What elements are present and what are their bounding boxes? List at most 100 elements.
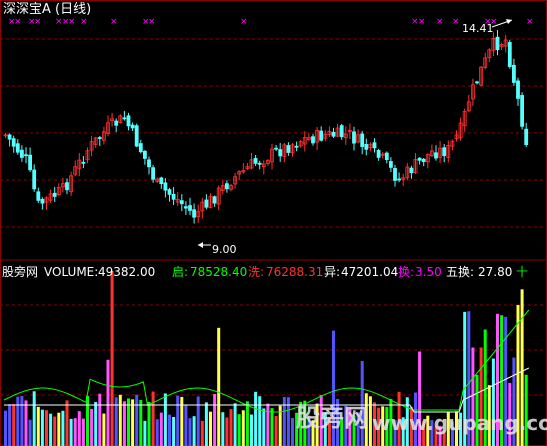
- volume-bar: [131, 399, 135, 446]
- volume-ma-short: [3, 309, 530, 413]
- signal-marker: ×: [436, 17, 444, 27]
- volume-bar: [245, 401, 249, 446]
- candle-body: [15, 143, 20, 153]
- candle-body: [274, 147, 279, 150]
- candle-body: [417, 157, 422, 161]
- volume-bar: [61, 410, 65, 446]
- candle-body: [167, 189, 172, 195]
- candle-body: [7, 134, 12, 140]
- candle-body: [524, 128, 529, 146]
- volume-bar: [12, 404, 16, 446]
- volume-bar: [57, 412, 61, 446]
- volume-bar: [291, 418, 294, 446]
- candle-body: [212, 196, 217, 204]
- candle-body: [36, 191, 41, 201]
- candle-body: [134, 125, 139, 147]
- signal-marker: ×: [240, 17, 248, 27]
- volume-bar: [233, 403, 237, 446]
- signal-marker: ×: [148, 17, 156, 27]
- signal-marker: ×: [110, 17, 118, 27]
- field-wuhuan-label: 五换:: [446, 265, 475, 279]
- volume-bar: [266, 403, 270, 446]
- candle-body: [409, 167, 414, 174]
- volume-value: 49382.00: [98, 265, 156, 279]
- volume-bar: [40, 409, 44, 446]
- candle-body: [475, 81, 479, 84]
- field-xi-value: 76288.31: [266, 265, 324, 279]
- volume-bar: [45, 410, 48, 446]
- volume-bar: [213, 393, 217, 446]
- candle-body: [126, 115, 131, 127]
- low-arrow-head: [198, 242, 203, 248]
- candle-body: [28, 154, 33, 171]
- volume-bar: [139, 399, 143, 446]
- candle-body: [163, 182, 168, 191]
- candle-body: [397, 178, 402, 181]
- volume-bar: [98, 393, 102, 446]
- candle-body: [65, 182, 69, 191]
- watermark-brand: 股旁网: [296, 404, 368, 432]
- volume-bar: [254, 391, 258, 446]
- volume-bar: [127, 398, 130, 446]
- signal-marker: ×: [80, 17, 88, 27]
- field-shi-label: 十: [516, 265, 529, 279]
- candle-body: [32, 169, 37, 190]
- signal-marker: ×: [526, 17, 534, 27]
- candle-body: [520, 95, 524, 127]
- candle-body: [188, 205, 192, 211]
- candle-body: [311, 136, 315, 144]
- volume-bar: [184, 404, 188, 446]
- volume-bar: [250, 414, 253, 446]
- candle-body: [352, 131, 356, 144]
- candle-body: [495, 36, 500, 51]
- candle-body: [331, 131, 336, 137]
- candle-body: [159, 177, 164, 185]
- volume-bar: [16, 396, 20, 446]
- indicator-name: 股旁网: [2, 265, 39, 279]
- candle-body: [52, 192, 57, 197]
- volume-bar: [143, 420, 147, 446]
- candle-body: [294, 145, 299, 148]
- signal-marker: ×: [418, 17, 426, 27]
- volume-bar: [258, 396, 262, 446]
- candle-body: [388, 161, 393, 168]
- volume-bar: [36, 406, 40, 446]
- candle-body: [257, 162, 262, 165]
- volume-bar: [24, 400, 28, 446]
- volume-bar: [159, 412, 163, 446]
- field-huan-value: 3.50: [415, 265, 442, 279]
- candle-body: [192, 209, 197, 218]
- volume-bar: [209, 411, 212, 446]
- volume-bar: [49, 413, 53, 446]
- candle-body: [376, 150, 381, 158]
- candle-body: [171, 193, 176, 200]
- candle-body: [11, 138, 16, 147]
- volume-bar: [188, 418, 192, 446]
- volume-bar: [176, 395, 180, 446]
- candle-body: [147, 159, 151, 168]
- volume-bar: [53, 416, 57, 446]
- signal-marker: ×: [14, 17, 22, 27]
- candle-body: [224, 183, 229, 190]
- field-qi-label: 启:: [172, 265, 189, 279]
- candle-body: [24, 154, 28, 157]
- volume-bar: [262, 408, 266, 446]
- signal-marker: ×: [34, 17, 42, 27]
- candle-body: [253, 158, 258, 164]
- volume-bar: [110, 271, 114, 446]
- candle-body: [319, 130, 324, 141]
- volume-bar: [192, 416, 196, 446]
- kline-chart[interactable]: ×× ×× × ×× × × ×× × × × × × ×× ×: [0, 0, 547, 446]
- volume-bar: [106, 359, 110, 446]
- volume-bar: [155, 419, 159, 446]
- candle-body: [19, 149, 24, 158]
- candle-body: [339, 125, 344, 138]
- volume-bar: [204, 402, 208, 446]
- volume-bar: [217, 327, 221, 446]
- candle-body: [114, 120, 119, 126]
- volume-ma-long: [4, 367, 530, 413]
- candle-body: [138, 143, 143, 153]
- volume-bar: [32, 391, 36, 446]
- volume-bar: [168, 414, 171, 446]
- candle-body: [151, 167, 156, 180]
